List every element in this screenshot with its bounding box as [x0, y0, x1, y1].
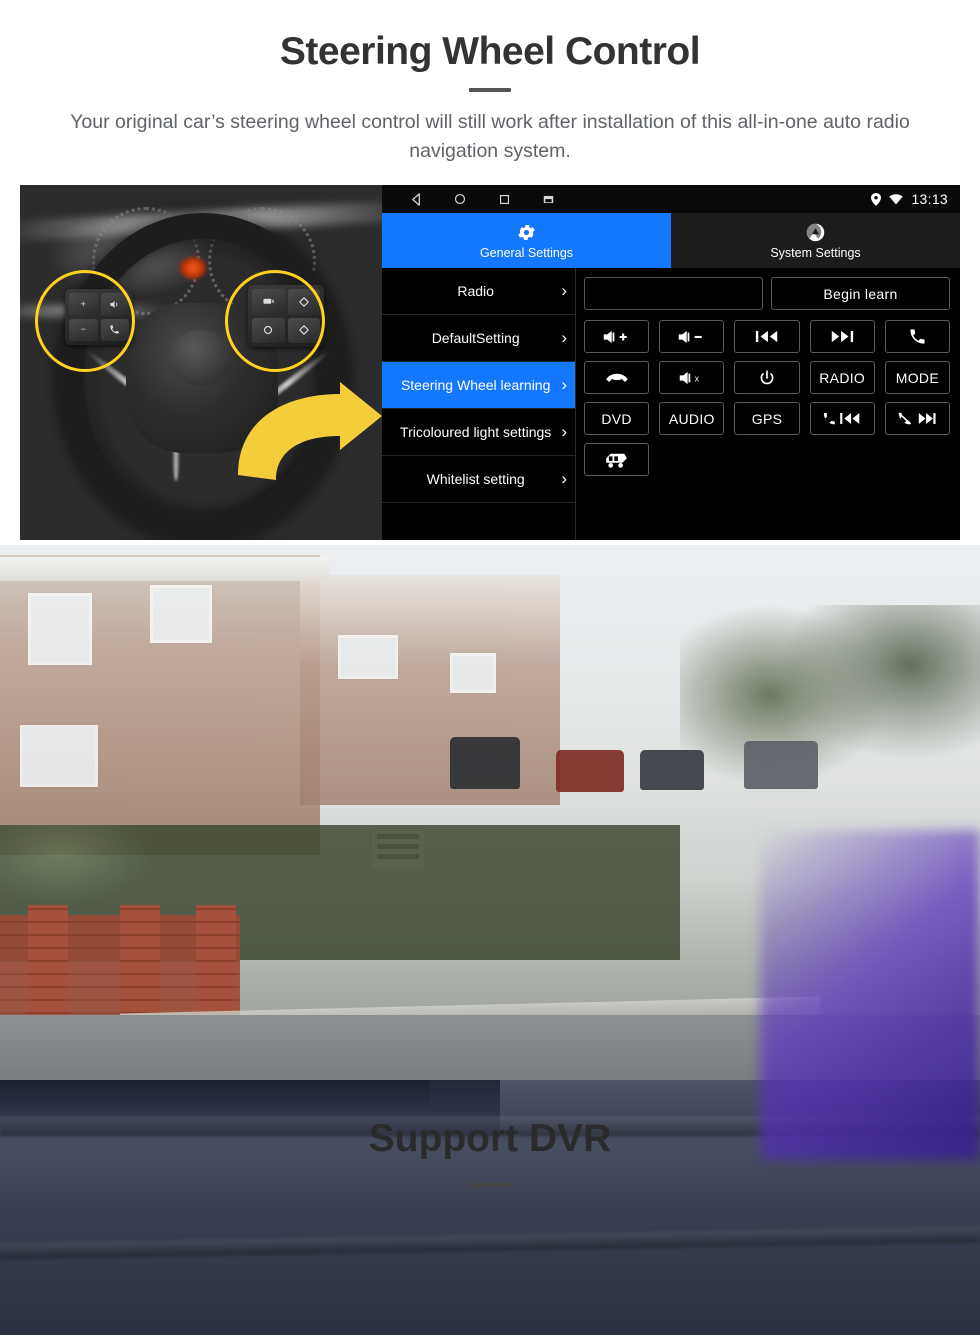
- settings-menu-list: Radio › DefaultSetting › Steering Wheel …: [382, 268, 576, 540]
- phone-answer-icon: [908, 327, 927, 346]
- steering-wheel-photo: + −: [20, 185, 382, 540]
- right-controls-highlight-circle: [225, 270, 325, 372]
- parked-car: [640, 750, 704, 790]
- key-next-track[interactable]: [809, 320, 875, 353]
- product-description-page: Steering Wheel Control Your original car…: [0, 0, 980, 1335]
- key-volume-down[interactable]: [659, 320, 725, 353]
- phone-previous-icon: [822, 411, 862, 426]
- airbag-boss: [170, 330, 232, 386]
- brick-pier: [196, 905, 236, 1025]
- key-mute[interactable]: x: [659, 361, 725, 394]
- chevron-right-icon: ›: [561, 422, 567, 441]
- tab-general-settings[interactable]: General Settings: [382, 213, 671, 268]
- key-gps[interactable]: GPS: [734, 402, 800, 435]
- steering-wheel-control-section: Steering Wheel Control Your original car…: [0, 0, 980, 545]
- dvr-section-title: Support DVR: [368, 1117, 612, 1160]
- key-audio[interactable]: AUDIO: [659, 402, 725, 435]
- menu-item-radio-label: Radio: [457, 282, 494, 299]
- key-navigation-car[interactable]: [584, 443, 650, 476]
- menu-item-tricoloured-light-settings[interactable]: Tricoloured light settings ›: [382, 409, 575, 456]
- key-volume-up[interactable]: [584, 320, 650, 353]
- android-status-bar: 13:13: [382, 185, 960, 213]
- violet-light-flare: [760, 830, 980, 1160]
- mute-icon: x: [678, 370, 706, 386]
- menu-item-steering-wheel-learning[interactable]: Steering Wheel learning ›: [382, 362, 575, 409]
- volume-up-icon: [602, 329, 632, 345]
- location-pin-icon: [871, 192, 882, 206]
- next-track-icon: [829, 329, 855, 344]
- tab-system-settings[interactable]: System Settings: [671, 213, 960, 268]
- parked-car: [450, 737, 520, 789]
- chevron-right-icon: ›: [561, 375, 567, 394]
- dvr-title-divider: [469, 1183, 511, 1187]
- status-bar-right: 13:13: [871, 191, 948, 207]
- previous-track-icon: [754, 329, 780, 344]
- key-radio[interactable]: RADIO: [809, 361, 875, 394]
- house-window: [150, 585, 212, 643]
- media-strip: + − 13:13 General Settings System Settin…: [20, 185, 960, 540]
- background-house-right: [300, 575, 560, 805]
- chevron-right-icon: ›: [561, 469, 567, 488]
- learn-status-field[interactable]: [584, 277, 763, 310]
- menu-item-whitelist-setting[interactable]: Whitelist setting ›: [382, 456, 575, 503]
- parked-car: [744, 741, 818, 789]
- menu-item-default-setting[interactable]: DefaultSetting ›: [382, 315, 575, 362]
- gear-icon: [516, 221, 537, 243]
- volume-down-icon: [677, 329, 707, 345]
- windshield-edge: [0, 1080, 430, 1106]
- house-window: [28, 593, 92, 665]
- begin-learn-button[interactable]: Begin learn: [771, 277, 950, 310]
- back-triangle-icon[interactable]: [394, 192, 438, 206]
- page-title: Steering Wheel Control: [279, 30, 701, 73]
- learn-row: Begin learn: [584, 277, 950, 310]
- chevron-right-icon: ›: [561, 328, 567, 347]
- system-globe-icon: [805, 221, 826, 243]
- head-unit-tabs: General Settings System Settings: [382, 213, 960, 268]
- dash-ridge-lower: [0, 1226, 980, 1260]
- key-phone-hangup[interactable]: [584, 361, 650, 394]
- brick-pier: [120, 905, 160, 1025]
- brick-pier: [28, 905, 68, 1025]
- key-mapping-grid: x RADIO MODE DVD AUDIO GPS: [584, 320, 950, 476]
- navigation-car-icon: [605, 451, 629, 469]
- phone-reject-next-icon: [897, 411, 937, 426]
- parked-car: [556, 750, 624, 792]
- steering-wheel-learning-panel: Begin learn x RADIO MODE DVD AUDIO GPS: [576, 268, 960, 540]
- house-window: [20, 725, 98, 787]
- title-divider: [469, 87, 511, 92]
- phone-hangup-icon: [605, 371, 629, 385]
- menu-item-radio[interactable]: Radio ›: [382, 268, 575, 315]
- menu-item-tricoloured-light-settings-label: Tricoloured light settings: [400, 423, 552, 440]
- menu-item-whitelist-setting-label: Whitelist setting: [426, 470, 525, 487]
- support-dvr-section: Support DVR: [0, 545, 980, 1335]
- section-subtitle: Your original car’s steering wheel contr…: [70, 110, 910, 163]
- key-phone-answer[interactable]: [884, 320, 950, 353]
- head-unit-body: Radio › DefaultSetting › Steering Wheel …: [382, 268, 960, 540]
- power-icon: [758, 369, 776, 387]
- head-unit-screen: 13:13 General Settings System Settings R…: [382, 185, 960, 540]
- key-phone-previous[interactable]: [809, 402, 875, 435]
- house-window: [450, 653, 496, 693]
- key-phone-reject-next[interactable]: [884, 402, 950, 435]
- home-circle-icon[interactable]: [438, 193, 482, 205]
- roofline: [0, 557, 330, 581]
- recents-square-icon[interactable]: [482, 194, 526, 205]
- menu-item-steering-wheel-learning-label: Steering Wheel learning: [400, 376, 551, 393]
- wifi-icon: [889, 193, 904, 205]
- key-previous-track[interactable]: [734, 320, 800, 353]
- menu-item-default-setting-label: DefaultSetting: [431, 329, 520, 346]
- tab-general-settings-label: General Settings: [479, 246, 574, 260]
- screenshot-icon[interactable]: [526, 195, 570, 204]
- tab-system-settings-label: System Settings: [770, 246, 861, 260]
- key-power[interactable]: [734, 361, 800, 394]
- house-window: [338, 635, 398, 679]
- key-dvd[interactable]: DVD: [584, 402, 650, 435]
- key-mode[interactable]: MODE: [884, 361, 950, 394]
- background-house-left: [0, 555, 330, 855]
- clock-time: 13:13: [911, 191, 948, 207]
- yellow-arrow-icon: [238, 382, 382, 480]
- svg-text:x: x: [694, 373, 699, 383]
- chevron-right-icon: ›: [561, 281, 567, 300]
- left-controls-highlight-circle: [35, 270, 135, 372]
